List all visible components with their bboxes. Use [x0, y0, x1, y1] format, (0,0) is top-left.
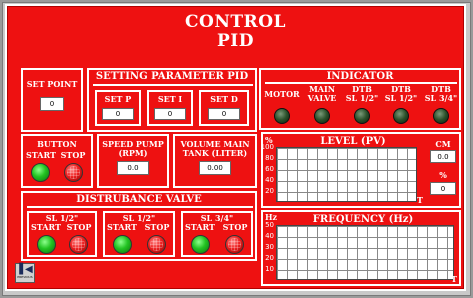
set-d-label: SET D	[210, 94, 238, 104]
disturbance-3-start-button[interactable]	[191, 235, 210, 254]
main-valve-led-icon	[314, 108, 330, 124]
title-line2: PID	[217, 31, 254, 51]
title-line1: CONTROL	[185, 12, 286, 32]
disturbance-title: DISTRUBANCE VALVE	[76, 194, 202, 205]
level-title: LEVEL (PV)	[320, 136, 386, 147]
speed-pump-value: 0.0	[117, 161, 149, 175]
level-cm-value: 0.0	[430, 150, 456, 163]
set-point-label: SET POINT	[26, 79, 78, 89]
set-i-box: SET I 0	[147, 90, 193, 126]
frequency-tick-50: 50	[265, 221, 274, 229]
level-x-label: T	[417, 195, 423, 205]
set-p-label: SET P	[104, 94, 132, 104]
indicator-label-motor: MOTOR	[264, 89, 300, 99]
level-tick-100: 100	[260, 143, 274, 151]
frequency-x-label: T	[451, 274, 457, 284]
disturbance-group-1-start-label: START	[31, 222, 61, 232]
disturbance-1-start-button[interactable]	[37, 235, 56, 254]
control-panel: CONTROL PID SET POINT 0 SETTING PARAMETE…	[5, 4, 466, 291]
set-point-input[interactable]: 0	[40, 97, 64, 111]
button-stop-label: STOP	[60, 150, 86, 160]
indicator-title: INDICATOR	[326, 71, 394, 82]
indicator-label-dtb-2: DTB SL 1/2"	[384, 84, 418, 103]
button-box: BUTTON START STOP	[21, 134, 93, 188]
set-i-input[interactable]: 0	[154, 108, 186, 120]
set-i-label: SET I	[157, 94, 183, 104]
disturbance-1-stop-button[interactable]	[69, 235, 88, 254]
disturbance-box: DISTRUBANCE VALVE SL 1/2" START STOP SL …	[21, 191, 257, 261]
speed-pump-label: SPEED PUMP (RPM)	[102, 139, 164, 158]
previous-label: PREVIOUS	[17, 275, 33, 279]
disturbance-2-start-button[interactable]	[113, 235, 132, 254]
setting-pid-title: SETTING PARAMETER PID	[95, 71, 249, 82]
set-d-box: SET D 0	[199, 90, 249, 126]
disturbance-divider	[27, 206, 253, 208]
frequency-tick-10: 10	[265, 265, 274, 273]
disturbance-group-3-start-label: START	[185, 222, 215, 232]
indicator-label-dtb-3: DTB SL 3/4"	[424, 84, 458, 103]
level-cm-label: CM	[435, 139, 451, 149]
frequency-tick-40: 40	[265, 232, 274, 240]
level-tick-60: 60	[265, 165, 274, 173]
level-tick-80: 80	[265, 154, 274, 162]
frequency-title: FREQUENCY (Hz)	[312, 214, 414, 225]
set-p-box: SET P 0	[95, 90, 141, 126]
setting-pid-divider	[93, 84, 253, 86]
dtb-3-led-icon	[433, 108, 449, 124]
disturbance-group-2-start-label: START	[107, 222, 137, 232]
dtb-1-led-icon	[354, 108, 370, 124]
setting-pid-box: SETTING PARAMETER PID SET P 0 SET I 0 SE…	[87, 68, 257, 132]
speed-pump-box: SPEED PUMP (RPM) 0.0	[97, 134, 169, 188]
set-p-input[interactable]: 0	[102, 108, 134, 120]
frequency-tick-30: 30	[265, 243, 274, 251]
indicator-label-main-valve: MAIN VALVE	[307, 84, 337, 103]
disturbance-group-1-stop-label: STOP	[66, 222, 92, 232]
button-start-label: START	[26, 150, 56, 160]
level-chart-grid	[276, 147, 417, 202]
indicator-label-dtb-1: DTB SL 1/2"	[345, 84, 379, 103]
disturbance-3-stop-button[interactable]	[225, 235, 244, 254]
previous-button[interactable]: ▌◀ PREVIOUS	[15, 263, 35, 283]
disturbance-group-1: SL 1/2" START STOP	[27, 211, 97, 257]
set-d-input[interactable]: 0	[208, 108, 240, 120]
level-pct-label: %	[439, 170, 447, 180]
frequency-chart-grid	[276, 225, 454, 280]
volume-tank-value: 0.00	[199, 161, 231, 175]
level-pct-value: 0	[430, 182, 456, 195]
disturbance-group-3-stop-label: STOP	[222, 222, 248, 232]
level-tick-20: 20	[265, 187, 274, 195]
frequency-chart-box: Hz FREQUENCY (Hz) 50 40 30 20 10 T	[261, 210, 461, 286]
level-tick-40: 40	[265, 176, 274, 184]
disturbance-group-2-stop-label: STOP	[144, 222, 170, 232]
level-chart-box: % LEVEL (PV) 100 80 60 40 20 T CM 0.0 % …	[261, 132, 461, 208]
start-button[interactable]	[31, 163, 50, 182]
disturbance-group-3: SL 3/4" START STOP	[181, 211, 253, 257]
volume-tank-label: VOLUME MAIN TANK (LITER)	[180, 139, 250, 158]
indicator-box: INDICATOR MOTOR MAIN VALVE DTB SL 1/2" D…	[259, 68, 461, 130]
volume-tank-box: VOLUME MAIN TANK (LITER) 0.00	[173, 134, 257, 188]
motor-led-icon	[274, 108, 290, 124]
previous-icon: ▌◀	[19, 264, 32, 275]
button-title: BUTTON	[37, 139, 77, 149]
frequency-tick-20: 20	[265, 254, 274, 262]
dtb-2-led-icon	[393, 108, 409, 124]
set-point-box: SET POINT 0	[21, 68, 83, 132]
disturbance-2-stop-button[interactable]	[147, 235, 166, 254]
stop-button[interactable]	[64, 163, 83, 182]
disturbance-group-2: SL 1/2" START STOP	[103, 211, 175, 257]
